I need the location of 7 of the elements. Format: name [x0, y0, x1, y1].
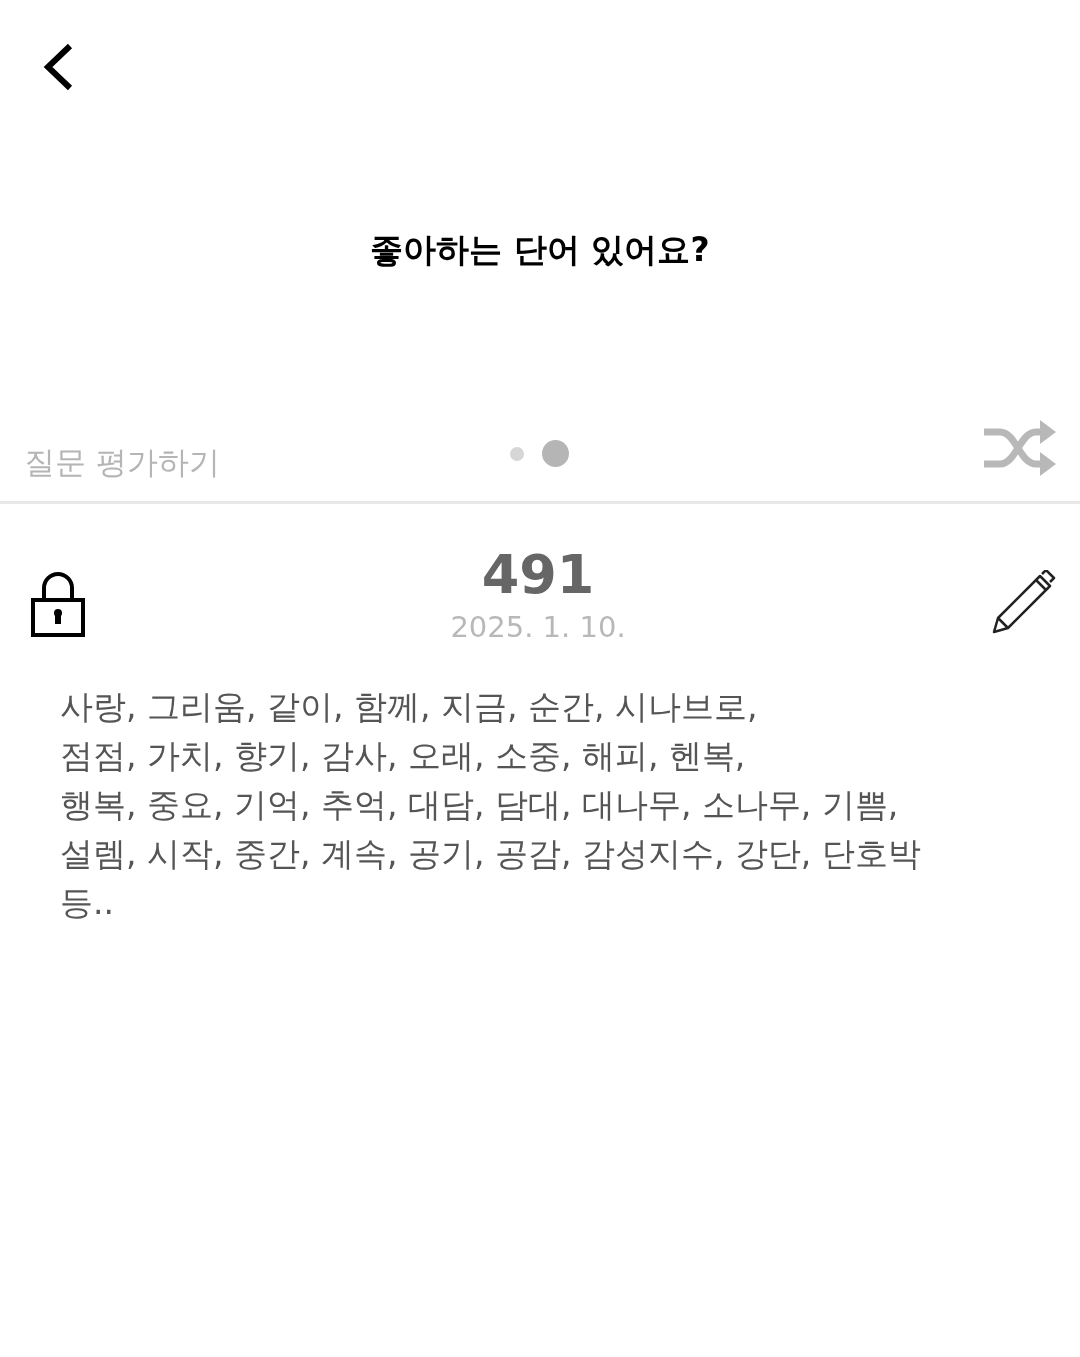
question-title: 좋아하는 단어 있어요? — [369, 229, 711, 271]
pen-icon[interactable] — [990, 570, 1056, 636]
rate-question-link[interactable]: 질문 평가하기 — [24, 441, 220, 484]
lock-icon[interactable] — [30, 570, 86, 638]
entry-date: 2025. 1. 10. — [450, 610, 626, 644]
entry-text: 사랑, 그리움, 같이, 함께, 지금, 순간, 시나브로, 점점, 가치, 향기, 감사, 오래, 소중, 해피, 헨복, 행복, 중요, 기억, 추억, 대담, 담대, 대나무, 소나무, 기쁨, 설렘, 시작, 중간, 계속, 공기, 공감, 감성지수, 강단, 단호박 등.. — [59, 686, 922, 924]
entry-number: 491 — [480, 544, 596, 606]
